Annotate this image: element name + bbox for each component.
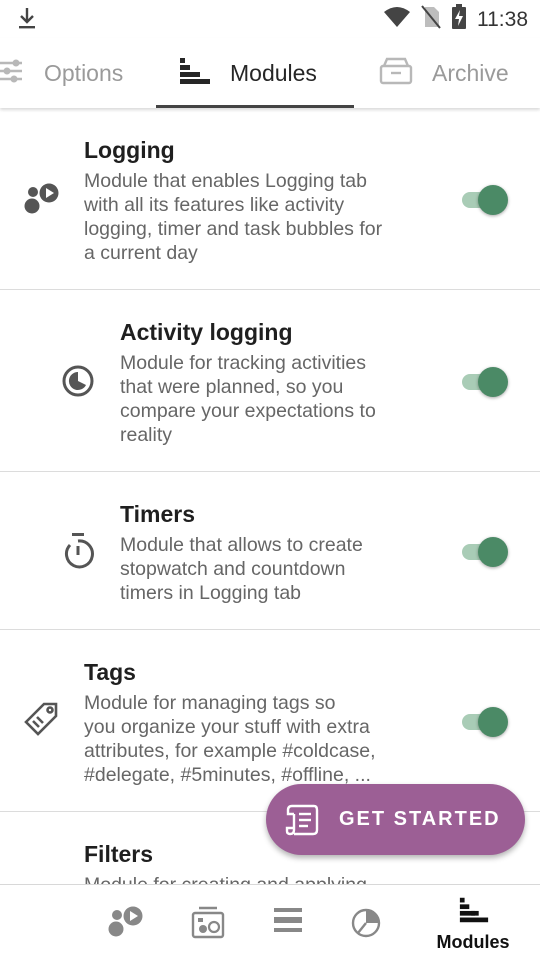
module-title: Activity logging bbox=[120, 319, 293, 345]
bubbles-play-icon bbox=[108, 905, 144, 944]
module-list[interactable]: Logging Module that enables Logging tab … bbox=[0, 108, 540, 884]
scroll-icon bbox=[284, 802, 320, 843]
bubbles-play-icon bbox=[24, 182, 60, 221]
get-started-label: GET STARTED bbox=[339, 808, 501, 830]
module-description: Module for managing tags so you organize… bbox=[84, 692, 376, 786]
module-toggle-tags[interactable] bbox=[460, 705, 512, 739]
module-description: Module that allows to create stopwatch a… bbox=[120, 534, 363, 604]
tab-options-label: Options bbox=[44, 59, 124, 86]
module-title: Filters bbox=[84, 841, 154, 867]
no-sim-icon bbox=[421, 5, 441, 34]
bars-icon bbox=[178, 56, 212, 91]
battery-charging-icon bbox=[451, 4, 467, 35]
bottom-navigation: Modules bbox=[0, 884, 540, 960]
pie-chart-icon bbox=[350, 905, 384, 944]
nav-item-list[interactable] bbox=[244, 885, 334, 960]
tab-archive-label: Archive bbox=[432, 59, 509, 86]
module-item-activity-logging[interactable]: Activity logging Module for tracking act… bbox=[0, 290, 540, 472]
module-description: Module for tracking activities that were… bbox=[120, 352, 376, 446]
module-toggle-activity-logging[interactable] bbox=[460, 365, 512, 399]
status-bar: 11:38 bbox=[0, 0, 540, 38]
media-box-icon bbox=[190, 905, 226, 946]
stopwatch-icon bbox=[60, 532, 96, 575]
tab-archive[interactable]: Archive bbox=[378, 38, 509, 108]
nav-item-logging[interactable] bbox=[82, 885, 172, 960]
module-title: Timers bbox=[120, 501, 196, 527]
nav-item-media[interactable] bbox=[164, 885, 254, 960]
module-title: Tags bbox=[84, 659, 136, 685]
tab-modules-label: Modules bbox=[230, 59, 317, 86]
pie-clock-icon bbox=[60, 363, 96, 404]
module-description: Module that enables Logging tab with all… bbox=[84, 170, 383, 264]
list-bars-icon bbox=[272, 905, 304, 940]
tab-modules[interactable]: Modules bbox=[156, 38, 354, 108]
module-toggle-logging[interactable] bbox=[460, 183, 512, 217]
module-item-logging[interactable]: Logging Module that enables Logging tab … bbox=[0, 108, 540, 290]
module-description: Module for creating and applying bbox=[84, 873, 367, 884]
clock: 11:38 bbox=[477, 7, 528, 31]
top-tabs: Options Modules Archive bbox=[0, 38, 540, 108]
tab-options[interactable]: Options bbox=[0, 38, 123, 108]
download-icon bbox=[16, 6, 38, 35]
module-item-timers[interactable]: Timers Module that allows to create stop… bbox=[0, 472, 540, 630]
tag-icon bbox=[22, 700, 62, 745]
nav-label-modules: Modules bbox=[436, 932, 510, 952]
sliders-icon bbox=[0, 56, 26, 91]
get-started-button[interactable]: GET STARTED bbox=[266, 784, 525, 855]
nav-item-stats[interactable] bbox=[322, 885, 412, 960]
active-tab-indicator bbox=[156, 105, 354, 108]
archive-icon bbox=[378, 56, 414, 91]
wifi-icon bbox=[383, 6, 411, 33]
module-title: Logging bbox=[84, 137, 175, 163]
module-toggle-timers[interactable] bbox=[460, 535, 512, 569]
bars-icon bbox=[458, 895, 490, 930]
nav-item-modules[interactable]: Modules bbox=[428, 885, 518, 960]
